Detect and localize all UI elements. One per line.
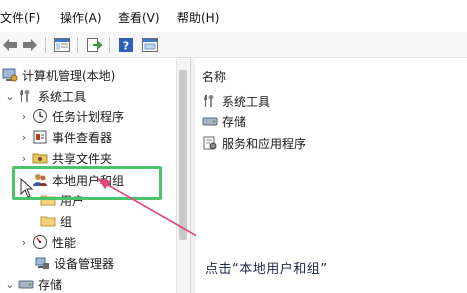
services-icon xyxy=(202,135,218,151)
tree-item-event-viewer[interactable]: › 事件查看器 xyxy=(18,127,112,147)
svg-text:?: ? xyxy=(123,39,129,52)
list-item-storage[interactable]: 存储 xyxy=(200,111,246,131)
tree-item-label: 设备管理器 xyxy=(54,256,115,271)
toolbar-separator xyxy=(109,37,110,53)
tree-item-device-manager[interactable]: 设备管理器 xyxy=(32,253,114,273)
performance-icon xyxy=(32,234,48,250)
menu-file[interactable]: 文件(F) xyxy=(0,9,40,26)
list-item-system-tools[interactable]: 系统工具 xyxy=(200,91,270,111)
tree-item-label: 计算机管理(本地) xyxy=(22,68,116,83)
toolbar-separator xyxy=(77,37,78,53)
system-tools-icon xyxy=(202,93,218,109)
chevron-right-icon[interactable]: › xyxy=(18,152,30,165)
tree-item-root[interactable]: 计算机管理(本地) xyxy=(0,65,115,85)
tree-item-shared-folders[interactable]: › 共享文件夹 xyxy=(18,148,112,168)
storage-icon xyxy=(18,276,34,292)
tree-item-label: 性能 xyxy=(52,235,77,250)
menu-action[interactable]: 操作(A) xyxy=(60,9,102,26)
instruction-caption: 点击“本地用户和组” xyxy=(205,262,328,277)
shared-folder-icon xyxy=(32,150,48,166)
chevron-right-icon[interactable]: › xyxy=(18,110,30,123)
storage-icon xyxy=(202,113,218,129)
tree-item-task-scheduler[interactable]: › 任务计划程序 xyxy=(18,106,124,126)
properties-icon[interactable] xyxy=(140,35,160,54)
tree-item-label: 事件查看器 xyxy=(52,130,113,145)
back-arrow-icon[interactable] xyxy=(0,35,20,54)
tree-item-system-tools[interactable]: ⌄ 系统工具 xyxy=(4,86,86,106)
column-header-name[interactable]: 名称 xyxy=(202,68,226,85)
system-tools-icon xyxy=(18,88,34,104)
console-tree-icon[interactable] xyxy=(52,35,72,54)
device-manager-icon xyxy=(34,255,50,271)
tree-item-label: 系统工具 xyxy=(38,89,87,104)
toolbar-separator xyxy=(45,37,46,53)
folder-icon xyxy=(40,213,56,229)
list-item-label: 服务和应用程序 xyxy=(222,136,307,151)
chevron-right-icon[interactable]: › xyxy=(18,131,30,144)
tree-item-performance[interactable]: › 性能 xyxy=(18,232,76,252)
tree-item-groups[interactable]: 组 xyxy=(38,211,72,231)
computer-management-icon xyxy=(2,67,18,83)
menu-view[interactable]: 查看(V) xyxy=(118,9,160,26)
clock-icon xyxy=(32,108,48,124)
mouse-cursor-icon xyxy=(20,178,34,198)
forward-arrow-icon[interactable] xyxy=(20,35,40,54)
help-icon[interactable]: ? xyxy=(116,35,136,54)
tree-item-label: 共享文件夹 xyxy=(52,151,113,166)
toolbar: ? xyxy=(0,32,467,58)
menu-bar: 文件(F) 操作(A) 查看(V) 帮助(H) xyxy=(0,0,467,32)
tree-item-label: 组 xyxy=(60,214,73,229)
tree-item-label: 存储 xyxy=(38,277,63,292)
menu-help[interactable]: 帮助(H) xyxy=(177,9,219,26)
list-item-services-apps[interactable]: 服务和应用程序 xyxy=(200,133,306,153)
chevron-down-icon[interactable]: ⌄ xyxy=(4,90,16,103)
event-viewer-icon xyxy=(32,129,48,145)
tree-item-storage[interactable]: ⌄ 存储 xyxy=(4,274,62,293)
chevron-right-icon[interactable]: › xyxy=(18,236,30,249)
list-item-label: 存储 xyxy=(222,114,247,129)
tree-item-label: 任务计划程序 xyxy=(52,109,125,124)
chevron-down-icon[interactable]: ⌄ xyxy=(4,278,16,291)
export-list-icon[interactable] xyxy=(84,35,104,54)
list-item-label: 系统工具 xyxy=(222,94,271,109)
